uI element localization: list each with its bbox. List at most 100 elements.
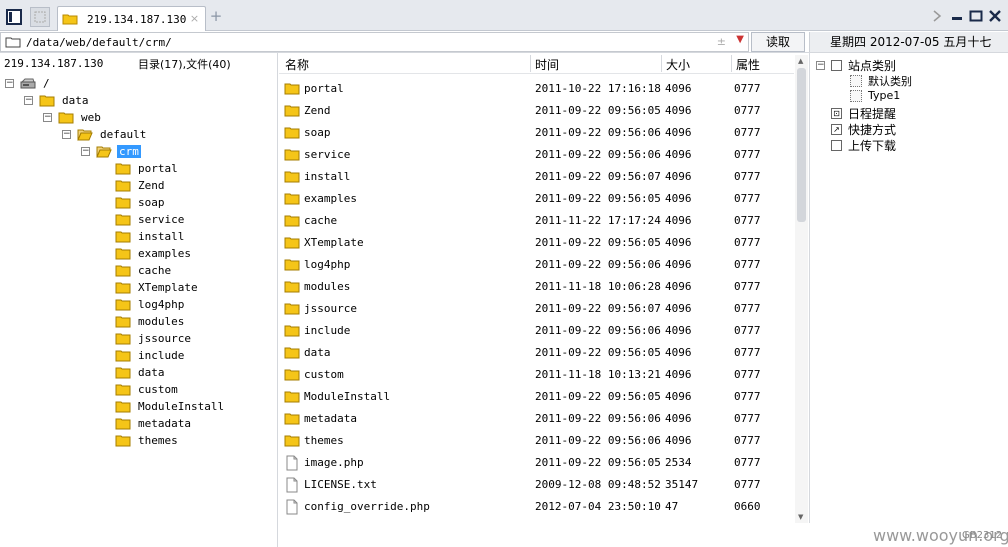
close-tab-icon[interactable]: × [188,12,201,25]
table-row[interactable]: jssource 2011-09-22 09:56:07 4096 0777 [279,298,794,320]
table-row[interactable]: soap 2011-09-22 09:56:06 4096 0777 [279,122,794,144]
chevron-down-icon[interactable]: ▼ [736,34,744,45]
tree-node[interactable]: XTemplate [115,279,200,296]
address-bar: /data/web/default/crm/ ± ▼ 读取 星期四 2012-0… [0,31,1008,53]
dir-file-count: 目录(17),文件(40) [138,57,231,71]
site-panel-item[interactable]: ⊡ 日程提醒 [831,105,896,122]
site-panel-item[interactable]: ↗ 快捷方式 [831,121,896,138]
table-row[interactable]: metadata 2011-09-22 09:56:06 4096 0777 [279,408,794,430]
site-panel-item[interactable]: 默认类别 [850,73,912,89]
tree-node[interactable]: service [115,211,186,228]
tree-node[interactable]: data [115,364,167,381]
tree-node[interactable]: − / [5,75,52,92]
table-row[interactable]: custom 2011-11-18 10:13:21 4096 0777 [279,364,794,386]
table-row[interactable]: config_override.php 2012-07-04 23:50:10 47… [279,496,794,518]
site-panel-item[interactable]: 上传下载 [831,137,896,154]
row-attr: 0777 [734,302,761,315]
add-tab-icon[interactable]: + [209,9,223,24]
tree-node[interactable]: portal [115,160,180,177]
table-row[interactable]: modules 2011-11-18 10:06:28 4096 0777 [279,276,794,298]
collapse-toggle-icon[interactable]: − [816,61,825,70]
close-window-icon[interactable] [988,9,1002,23]
tree-node[interactable]: examples [115,245,193,262]
row-time: 2011-09-22 09:56:05 [535,390,661,403]
row-attr: 0777 [734,412,761,425]
tree-node[interactable]: jssource [115,330,193,347]
collapse-toggle-icon[interactable]: − [81,147,90,156]
row-size: 4096 [665,302,692,315]
tree-node[interactable]: include [115,347,186,364]
tree-node[interactable]: modules [115,313,186,330]
tree-node[interactable]: themes [115,432,180,449]
header-time[interactable]: 时间 [535,56,559,73]
folder-icon [284,259,305,271]
row-size: 4096 [665,170,692,183]
table-row[interactable]: data 2011-09-22 09:56:05 4096 0777 [279,342,794,364]
row-time: 2012-07-04 23:50:10 [535,500,661,513]
folder-icon [284,83,305,95]
row-time: 2011-09-22 09:56:06 [535,148,661,161]
table-row[interactable]: log4php 2011-09-22 09:56:06 4096 0777 [279,254,794,276]
table-row[interactable]: cache 2011-11-22 17:17:24 4096 0777 [279,210,794,232]
tree-node[interactable]: ModuleInstall [115,398,226,415]
table-row[interactable]: LICENSE.txt 2009-12-08 09:48:52 35147 0777 [279,474,794,496]
tree-node[interactable]: − default [62,126,148,143]
table-row[interactable]: ModuleInstall 2011-09-22 09:56:05 4096 0777 [279,386,794,408]
folder-icon [284,127,305,139]
table-row[interactable]: Zend 2011-09-22 09:56:05 4096 0777 [279,100,794,122]
sort-icon[interactable]: ± [717,35,726,48]
scroll-thumb[interactable] [797,68,806,222]
scroll-up-icon[interactable]: ▲ [798,57,803,65]
tree-node[interactable]: Zend [115,177,167,194]
tree-node[interactable]: − web [43,109,103,126]
collapse-toggle-icon[interactable]: − [62,130,71,139]
scrollbar[interactable]: ▲ ▼ [795,55,808,523]
collapse-toggle-icon[interactable]: − [5,79,14,88]
tree-node-label: data [62,94,89,107]
category-icon [850,89,862,102]
row-name: service [304,148,351,161]
table-row[interactable]: themes 2011-09-22 09:56:06 4096 0777 [279,430,794,452]
table-row[interactable]: portal 2011-10-22 17:16:18 4096 0777 [279,78,794,100]
table-row[interactable]: service 2011-09-22 09:56:06 4096 0777 [279,144,794,166]
tree-node[interactable]: metadata [115,415,193,432]
header-name[interactable]: 名称 [285,56,309,73]
row-time: 2011-09-22 09:56:05 [535,456,661,469]
scroll-down-icon[interactable]: ▼ [798,513,803,521]
row-name: examples [304,192,357,205]
header-attr[interactable]: 属性 [736,56,760,73]
tree-node[interactable]: log4php [115,296,186,313]
tree-node[interactable]: soap [115,194,167,211]
folder-icon [284,281,305,293]
site-panel-item[interactable]: − 站点类别 [816,57,896,74]
table-row[interactable]: image.php 2011-09-22 09:56:05 2534 0777 [279,452,794,474]
tree-node[interactable]: custom [115,381,180,398]
tree-node[interactable]: cache [115,262,173,279]
tree-node[interactable]: − data [24,92,91,109]
site-panel-item[interactable]: Type1 [850,89,900,102]
collapse-toggle-icon[interactable]: − [43,113,52,122]
column-divider[interactable] [731,55,732,72]
table-row[interactable]: install 2011-09-22 09:56:07 4096 0777 [279,166,794,188]
tree-node-label: examples [138,247,191,260]
chevron-right-icon[interactable] [930,9,944,23]
path-input[interactable]: /data/web/default/crm/ ± ▼ [0,32,749,52]
minimize-icon[interactable] [950,9,964,23]
new-page-icon[interactable] [30,7,50,27]
row-time: 2011-09-22 09:56:05 [535,236,661,249]
tree-node[interactable]: − crm [81,143,141,160]
column-divider[interactable] [661,55,662,72]
tab-active[interactable]: 219.134.187.130 × [57,6,206,31]
read-button[interactable]: 读取 [751,32,805,52]
row-size: 4096 [665,214,692,227]
header-size[interactable]: 大小 [666,56,690,73]
row-size: 4096 [665,258,692,271]
table-row[interactable]: XTemplate 2011-09-22 09:56:05 4096 0777 [279,232,794,254]
table-row[interactable]: examples 2011-09-22 09:56:05 4096 0777 [279,188,794,210]
panel-toggle-icon[interactable] [4,7,24,27]
column-divider[interactable] [530,55,531,72]
maximize-icon[interactable] [969,9,983,23]
table-row[interactable]: include 2011-09-22 09:56:06 4096 0777 [279,320,794,342]
tree-node[interactable]: install [115,228,186,245]
collapse-toggle-icon[interactable]: − [24,96,33,105]
